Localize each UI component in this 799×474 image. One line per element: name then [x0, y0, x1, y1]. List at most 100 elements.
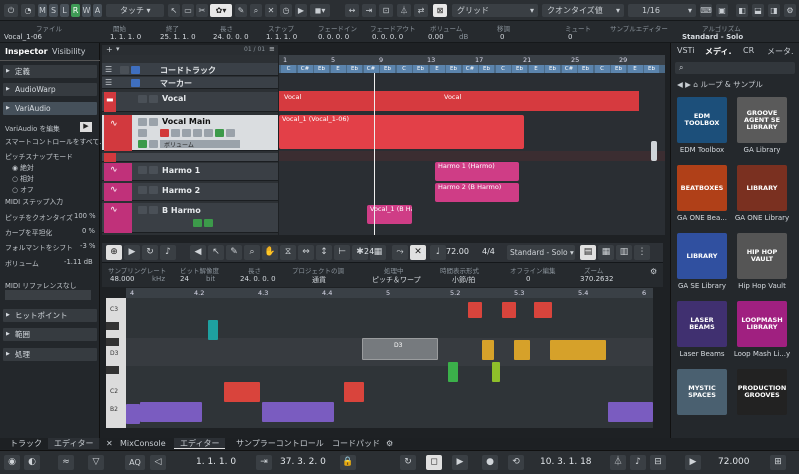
waveform-view-icon[interactable]: ▤ — [580, 245, 596, 260]
mode-button-r[interactable]: R — [71, 4, 80, 17]
pitch-segment[interactable] — [126, 404, 140, 424]
midi-reference-icon[interactable]: ▥ — [616, 245, 632, 260]
track-solo-button[interactable] — [149, 206, 158, 214]
track-solo-button[interactable] — [149, 118, 158, 126]
constrain-delay-icon[interactable]: ◔ — [21, 4, 35, 17]
media-tile[interactable]: LASER BEAMS — [677, 301, 727, 347]
split-tool-icon[interactable]: ✂ — [196, 4, 208, 17]
track-mute-button[interactable] — [138, 186, 147, 194]
tab-cr[interactable]: CR — [743, 46, 754, 55]
speaker-icon[interactable]: ◀ — [190, 245, 206, 260]
info-value-fadein[interactable]: 0. 0. 0. 0 — [318, 33, 349, 41]
stop-button[interactable]: ◻ — [426, 455, 442, 470]
pitch-segment[interactable] — [344, 382, 364, 402]
color-tool-icon[interactable]: ◼▾ — [310, 4, 330, 17]
tempo-track-icon[interactable]: ⊟ — [650, 455, 666, 470]
autoscroll-icon[interactable]: ⇥ — [362, 4, 376, 17]
pitch-tool-icon[interactable]: ↕ — [316, 245, 332, 260]
track-mute-button[interactable] — [138, 166, 147, 174]
media-tile[interactable]: LIBRARY — [677, 233, 727, 279]
editor-value-time-format[interactable]: 小節/拍 — [452, 275, 475, 285]
play-tool-icon[interactable]: ▶ — [295, 4, 307, 17]
mediabay-search-input[interactable]: ⌕ — [675, 62, 795, 74]
time-warp-tool-icon[interactable]: ◷ — [280, 4, 292, 17]
primary-time-display[interactable]: 10. 3. 1. 18 — [540, 457, 592, 467]
algorithm-select[interactable]: Standard - Solo ▾ — [507, 245, 575, 260]
musical-mode-icon[interactable]: ♩ — [430, 245, 446, 260]
pitch-grid[interactable]: D3 — [126, 298, 653, 428]
info-value-file[interactable]: Vocal_1-06 — [4, 33, 42, 41]
quantize-select[interactable]: クオンタイズ値 ▾ — [542, 4, 624, 17]
info-settings-icon[interactable]: ⚙ — [650, 267, 657, 276]
click-icon[interactable]: ♪ — [630, 455, 646, 470]
write-automation-button[interactable] — [149, 140, 158, 148]
media-tile[interactable]: GROOVE AGENT SE LIBRARY — [737, 97, 787, 143]
tracklist-menu-icon[interactable]: ≡ — [269, 45, 275, 53]
track-vocal-main[interactable]: ∿ Vocal Main ボリューム — [102, 115, 278, 151]
video-icon[interactable]: ▣ — [716, 4, 728, 17]
track-mute-button[interactable] — [120, 66, 129, 74]
quantize-value-select[interactable]: 1/16 ▾ — [628, 4, 696, 17]
read-button[interactable] — [182, 129, 191, 137]
tab-visibility[interactable]: Visibility — [52, 46, 86, 58]
layout-bottom-icon[interactable]: ⬓ — [752, 4, 764, 17]
clip-harmo2[interactable]: Harmo 2 (B Harmo) — [435, 183, 519, 202]
tab-vsti[interactable]: VSTi — [677, 46, 694, 55]
info-value-volume[interactable]: 0.00 — [428, 33, 444, 41]
chord-event[interactable]: C# — [297, 65, 313, 73]
add-track-icon[interactable]: + — [106, 45, 113, 54]
record-mode-icon[interactable]: ◉ — [4, 455, 20, 470]
section-variaudio[interactable]: VariAudio — [3, 102, 97, 115]
track-presets-icon[interactable]: ▾ — [116, 45, 120, 53]
midi-reference-label[interactable]: MIDI リファレンスなし — [5, 280, 77, 290]
range-tool-icon[interactable]: ▭ — [182, 4, 194, 17]
chord-event[interactable]: E — [429, 65, 445, 73]
layout-right-icon[interactable]: ◨ — [768, 4, 780, 17]
track-solo-button[interactable] — [149, 186, 158, 194]
cursor-follow-icon[interactable]: ↔ — [345, 4, 359, 17]
tab-meter[interactable]: メータ. — [767, 46, 794, 57]
settings-icon[interactable]: ⚙ — [784, 4, 796, 17]
tab-sampler-control[interactable]: サンプラーコントロール — [230, 438, 330, 449]
pitch-segment[interactable] — [550, 340, 606, 360]
chord-lane[interactable]: C C# Eb E Eb C# Eb C Eb E Eb C# Eb C Eb E Eb C# Eb C Eb E Eb — [279, 65, 665, 73]
automation-param-select[interactable]: ボリューム — [160, 140, 240, 149]
edit-variaudio-button[interactable]: ▶ — [80, 122, 92, 132]
snap-relative-radio[interactable]: ○ 相対 — [12, 173, 34, 183]
chord-event[interactable]: C — [495, 65, 511, 73]
piano-keyboard[interactable]: C3 D3 C2 B2 — [106, 298, 126, 428]
metronome-icon[interactable]: ⏃ — [397, 4, 411, 17]
track-vocal-folder[interactable]: ▬ Vocal — [102, 92, 278, 112]
pitch-segment[interactable] — [502, 302, 516, 318]
tab-media[interactable]: メディ. — [705, 46, 731, 57]
editor-settings-icon[interactable]: ⋮ — [634, 245, 650, 260]
mute-tool-icon[interactable]: ✕ — [265, 4, 277, 17]
chord-event[interactable]: Eb — [611, 65, 626, 73]
locator-swap-icon[interactable]: ⇥ — [256, 455, 272, 470]
track-lock-button[interactable] — [131, 79, 140, 87]
chord-event[interactable]: Eb — [578, 65, 593, 73]
chord-event[interactable]: C# — [462, 65, 478, 73]
hand-tool-icon[interactable]: ✋ — [262, 245, 278, 260]
section-audiowarp[interactable]: AudioWarp — [3, 83, 97, 96]
section-process[interactable]: 処理 — [3, 348, 97, 361]
info-value-snap[interactable]: 1. 1. 1. 0 — [266, 33, 297, 41]
play-button[interactable]: ▶ — [452, 455, 468, 470]
media-tile[interactable]: HIP HOP VAULT — [737, 233, 787, 279]
auto-quantize-button[interactable]: AQ — [125, 455, 145, 470]
track-mute-button[interactable] — [138, 95, 147, 103]
media-tile[interactable]: EDM TOOLBOX — [677, 97, 727, 143]
chord-event[interactable]: Eb — [545, 65, 560, 73]
pitch-segment[interactable] — [534, 302, 552, 318]
input-activity-icon[interactable]: ⊞ — [770, 455, 786, 470]
ruler[interactable]: 1 5 9 13 17 21 25 29 — [279, 55, 665, 65]
loop-audition-icon[interactable]: ↻ — [142, 245, 158, 260]
editor-bars[interactable]: 24 — [364, 247, 374, 256]
cursor-follow-icon[interactable]: ⤳ — [392, 245, 408, 260]
pitch-segment[interactable] — [492, 362, 500, 382]
chord-event[interactable]: Eb — [446, 65, 461, 73]
tab-inspector[interactable]: Inspector — [5, 46, 48, 58]
tab-tracks[interactable]: トラック — [4, 438, 48, 449]
audition-icon[interactable]: ▶ — [124, 245, 140, 260]
pitch-segment[interactable] — [608, 402, 653, 422]
